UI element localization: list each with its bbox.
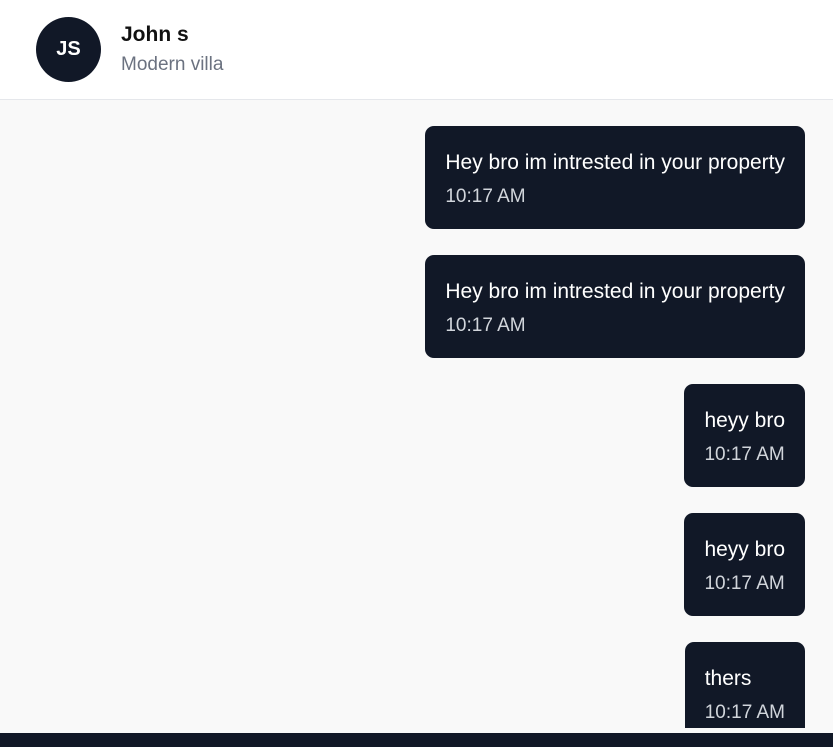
message-bubble[interactable]: Hey bro im intrested in your property 10… <box>425 126 805 229</box>
message-text: Hey bro im intrested in your property <box>445 151 785 174</box>
message-time: 10:17 AM <box>445 315 526 336</box>
message-time: 10:17 AM <box>704 444 785 465</box>
message-list[interactable]: Hey bro im intrested in your property 10… <box>0 101 833 728</box>
avatar[interactable]: JS <box>36 17 101 82</box>
message-bubble[interactable]: heyy bro 10:17 AM <box>684 384 805 487</box>
message-bubble[interactable]: heyy bro 10:17 AM <box>684 513 805 616</box>
message-time: 10:17 AM <box>704 702 785 723</box>
chat-window: JS John s Modern villa Hey bro im intres… <box>0 0 833 747</box>
message-row: heyy bro 10:17 AM <box>0 513 805 616</box>
message-text: heyy bro <box>704 538 785 561</box>
message-text: heyy bro <box>704 409 785 432</box>
message-row: Hey bro im intrested in your property 10… <box>0 126 805 229</box>
property-name: Modern villa <box>121 54 224 75</box>
message-bubble[interactable]: Hey bro im intrested in your property 10… <box>425 255 805 358</box>
message-time: 10:17 AM <box>445 186 526 207</box>
contact-name: John s <box>121 23 189 46</box>
message-text: thers <box>704 667 752 690</box>
chat-header: JS John s Modern villa <box>0 0 833 100</box>
message-row: Hey bro im intrested in your property 10… <box>0 255 805 358</box>
message-text: Hey bro im intrested in your property <box>445 280 785 303</box>
message-bubble[interactable]: thers 10:17 AM <box>684 642 805 728</box>
message-row: heyy bro 10:17 AM <box>0 384 805 487</box>
message-composer-bar[interactable] <box>0 733 833 747</box>
message-time: 10:17 AM <box>704 573 785 594</box>
message-row: thers 10:17 AM <box>0 642 805 728</box>
contact-info: John s Modern villa <box>121 21 223 78</box>
